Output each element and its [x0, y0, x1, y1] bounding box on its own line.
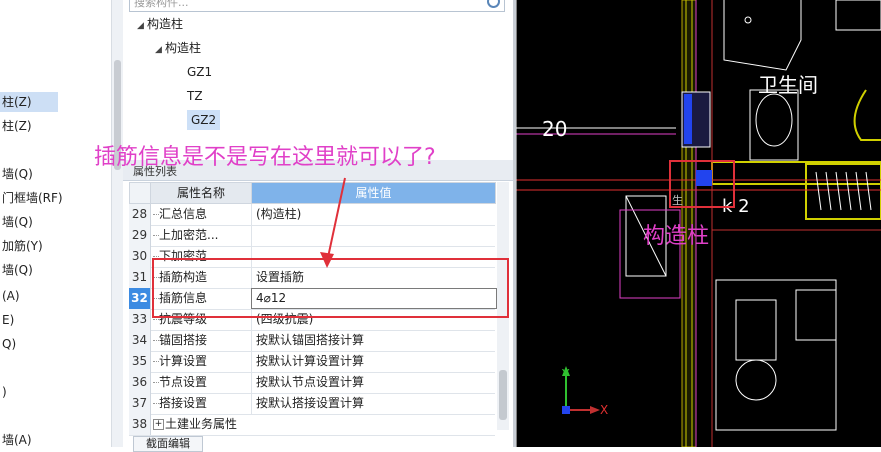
annotation-column-label: 构造柱 [643, 224, 710, 249]
expand-plus-icon[interactable]: + [153, 419, 164, 430]
header-property-name: 属性名称 [150, 182, 252, 204]
tree-node-label: 构造柱 [165, 41, 202, 55]
component-tree: 搜索构件... ◢ 构造柱 ◢ 构造柱 GZ1 TZ GZ2 [123, 0, 513, 160]
property-row[interactable]: 28 汇总信息 (构造柱) [129, 204, 495, 226]
left-list-item[interactable]: 墙(A) [0, 430, 32, 450]
tree-node[interactable]: ◢ 构造柱 [137, 14, 183, 34]
dim-label-text: 20 [542, 117, 567, 141]
row-number: 30 [129, 246, 151, 267]
annotation-question: 插筋信息是不是写在这里就可以了? [94, 145, 436, 170]
row-number: 33 [129, 309, 151, 330]
tree-node-label: GZ1 [187, 65, 213, 79]
left-list-item[interactable]: (A) [0, 286, 20, 306]
property-name: 汇总信息 [159, 207, 208, 221]
property-value[interactable] [251, 225, 496, 246]
left-list-item[interactable]: E) [0, 310, 14, 330]
header-row-number [129, 182, 151, 204]
left-list-item[interactable]: 墙(Q) [0, 260, 33, 280]
property-name: 锚固搭接 [159, 333, 208, 347]
expand-arrow-icon[interactable]: ◢ [155, 40, 165, 60]
row-number: 32 [129, 288, 151, 309]
tree-node-label: 构造柱 [147, 17, 184, 31]
property-name: 节点设置 [159, 375, 208, 389]
left-list-item[interactable]: ) [0, 382, 7, 402]
highlight-box-column [669, 160, 735, 208]
scroll-thumb[interactable] [499, 370, 507, 420]
row-number: 35 [129, 351, 151, 372]
expand-arrow-icon[interactable]: ◢ [137, 16, 147, 36]
property-row[interactable]: 38 + 土建业务属性 [129, 414, 495, 436]
header-property-value: 属性值 [251, 182, 496, 204]
property-name: 土建业务属性 [165, 417, 238, 431]
row-number: 38 [129, 414, 151, 435]
axis-y-label: Y [561, 367, 570, 381]
axis-x-label: X [600, 403, 608, 417]
row-number: 31 [129, 267, 151, 288]
property-row[interactable]: 34 锚固搭接 按默认锚固搭接计算 [129, 330, 495, 352]
left-list-item[interactable]: 柱(Z) [0, 92, 58, 112]
property-name: 搭接设置 [159, 396, 208, 410]
property-row[interactable]: 35 计算设置 按默认计算设置计算 [129, 351, 495, 373]
left-list-item[interactable]: 墙(Q) [0, 212, 33, 232]
property-value[interactable]: (构造柱) [251, 204, 496, 225]
component-type-list: 柱(Z) 柱(Z) 墙(Q) 门框墙(RF) 墙(Q) 加筋(Y) 墙(Q) (A) E) Q))… [0, 0, 112, 447]
left-list-item[interactable]: 加筋(Y) [0, 236, 43, 256]
section-edit-button[interactable]: 截面编辑 [133, 436, 203, 452]
left-list-item[interactable]: Q) [0, 334, 16, 354]
tree-node[interactable]: GZ2 [187, 110, 221, 130]
property-value[interactable]: 按默认搭接设置计算 [251, 393, 496, 414]
row-number: 34 [129, 330, 151, 351]
left-list-item[interactable]: 门框墙(RF) [0, 188, 63, 208]
property-row[interactable]: 36 节点设置 按默认节点设置计算 [129, 372, 495, 394]
search-icon[interactable] [487, 0, 500, 8]
tree-node[interactable]: GZ1 [187, 62, 212, 82]
row-number: 28 [129, 204, 151, 225]
search-input[interactable]: 搜索构件... [129, 0, 505, 12]
left-list-item[interactable]: 墙(Q) [0, 164, 33, 184]
property-value[interactable]: 按默认节点设置计算 [251, 372, 496, 393]
highlight-box-rows [152, 258, 509, 318]
property-value[interactable]: 按默认锚固搭接计算 [251, 330, 496, 351]
row-number: 29 [129, 225, 151, 246]
row-number: 37 [129, 393, 151, 414]
property-value[interactable]: 按默认计算设置计算 [251, 351, 496, 372]
tree-node-label: TZ [187, 89, 203, 103]
property-row[interactable]: 29 上加密范... [129, 225, 495, 247]
search-placeholder: 搜索构件... [134, 0, 189, 9]
left-list-item[interactable]: 柱(Z) [0, 116, 32, 136]
tree-node-label: GZ2 [191, 113, 217, 127]
room-label-text: 卫生间 [758, 73, 818, 97]
property-name: 上加密范... [159, 228, 219, 242]
property-name: 计算设置 [159, 354, 208, 368]
property-row[interactable]: 37 搭接设置 按默认搭接设置计算 [129, 393, 495, 415]
row-number: 36 [129, 372, 151, 393]
tree-node[interactable]: ◢ 构造柱 [155, 38, 201, 58]
tree-node[interactable]: TZ [187, 86, 203, 106]
